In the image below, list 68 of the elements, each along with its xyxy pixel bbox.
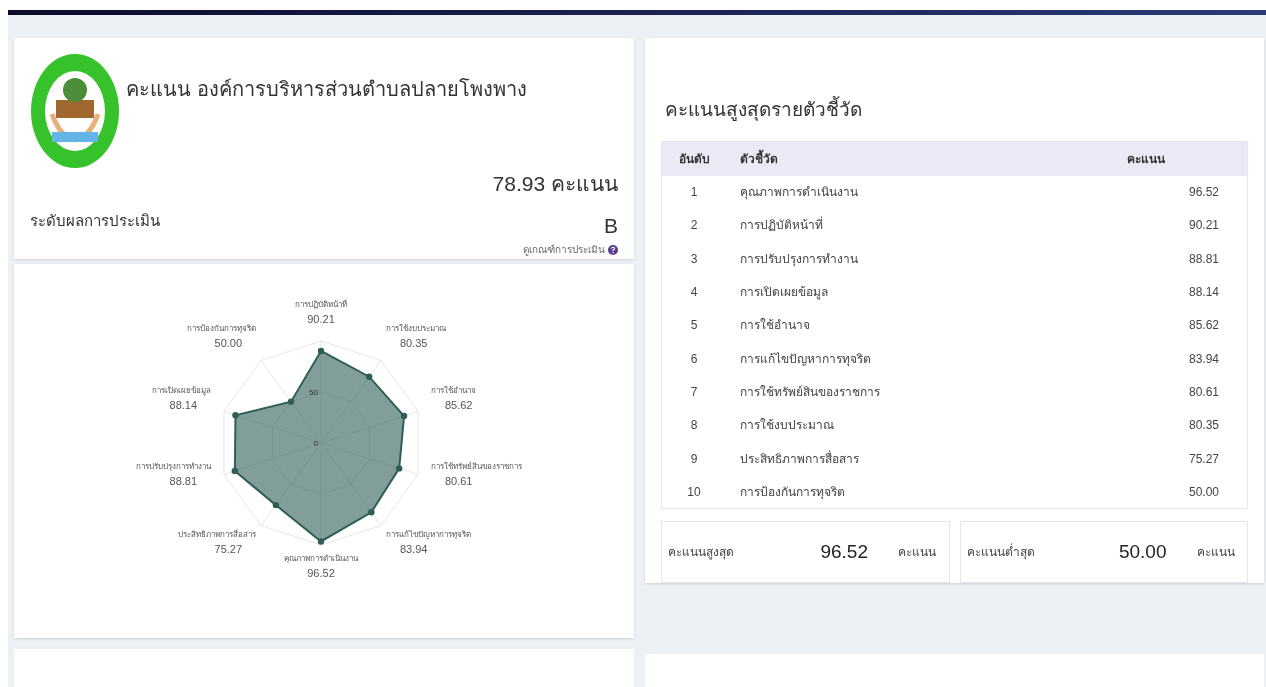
score-cell-text: 80.35 bbox=[1187, 417, 1220, 435]
score-cell-text: 50.00 bbox=[1187, 483, 1220, 501]
axis-category-label: ประสิทธิภาพการสื่อสาร bbox=[178, 530, 257, 540]
axis-score-label: 80.61 bbox=[444, 475, 473, 488]
rank-cell-text: 7 bbox=[689, 383, 699, 401]
grade-value: B bbox=[604, 213, 618, 239]
total-score: 78.93 คะแนน bbox=[492, 171, 618, 197]
indicator-cell-text: การปรับปรุงการทำงาน bbox=[739, 250, 859, 268]
help-icon bbox=[608, 244, 618, 255]
score-cell-text: 83.94 bbox=[1187, 350, 1220, 368]
axis-score-label: 88.14 bbox=[169, 399, 198, 412]
axis-score-label: 96.52 bbox=[307, 567, 335, 580]
rank-cell-text: 6 bbox=[689, 350, 699, 368]
stat-unit: คะแนน bbox=[1196, 544, 1235, 562]
axis-score-label: 85.62 bbox=[444, 399, 473, 412]
stat-label: คะแนนสูงสุด bbox=[668, 544, 735, 562]
stat-value: 50.00 bbox=[1117, 540, 1167, 565]
axis-score-label: 90.21 bbox=[307, 313, 335, 326]
ring-label: 0 bbox=[313, 439, 318, 449]
score-cell-text: 85.62 bbox=[1187, 317, 1220, 335]
axis-category-label: การแก้ไขปัญหาการทุจริต bbox=[385, 530, 471, 540]
column-header: ตัวชี้วัด bbox=[739, 149, 779, 168]
score-cell-text: 80.61 bbox=[1187, 383, 1220, 401]
rank-cell-text: 10 bbox=[686, 483, 702, 501]
indicator-cell-text: คุณภาพการดำเนินงาน bbox=[739, 184, 859, 202]
score-cell-text: 88.14 bbox=[1187, 284, 1220, 302]
rank-cell-text: 9 bbox=[689, 450, 699, 468]
axis-category-label: การเปิดเผยข้อมูล bbox=[152, 386, 212, 396]
rank-cell-text: 1 bbox=[689, 184, 699, 202]
column-header: อันดับ bbox=[677, 150, 711, 168]
axis-category-label: การใช้ทรัพย์สินของราชการ bbox=[430, 462, 522, 472]
score-cell-text: 90.21 bbox=[1187, 217, 1220, 235]
axis-score-label: 88.81 bbox=[169, 475, 198, 488]
indicator-cell-text: การใช้อำนาจ bbox=[739, 317, 811, 335]
indicator-cell-text: การใช้งบประมาณ bbox=[739, 417, 835, 435]
axis-score-label: 83.94 bbox=[399, 543, 428, 556]
axis-category-label: การป้องกันการทุจริต bbox=[187, 324, 257, 334]
axis-category-label: การปรับปรุงการทำงาน bbox=[136, 462, 212, 472]
score-cell-text: 88.81 bbox=[1187, 250, 1220, 268]
ranking-title: คะแนนสูงสุดรายตัวชี้วัด bbox=[665, 96, 1248, 125]
axis-score-label: 80.35 bbox=[399, 337, 428, 350]
axis-score-label: 50.00 bbox=[214, 337, 243, 350]
rank-cell-text: 2 bbox=[689, 217, 699, 235]
indicator-cell-text: การเปิดเผยข้อมูล bbox=[739, 284, 829, 302]
stat-value: 96.52 bbox=[819, 540, 868, 565]
level-label: ระดับผลการประเมิน bbox=[30, 211, 160, 231]
indicator-cell-text: การปฏิบัติหน้าที่ bbox=[739, 216, 824, 235]
axis-category-label: การใช้งบประมาณ bbox=[385, 324, 446, 334]
score-cell-text: 96.52 bbox=[1187, 184, 1220, 202]
rank-cell-text: 5 bbox=[689, 317, 699, 335]
page-title: คะแนน องค์การบริหารส่วนตำบลปลายโพงพาง bbox=[126, 77, 527, 102]
column-header: คะแนน bbox=[1127, 150, 1166, 168]
stat-unit: คะแนน bbox=[898, 544, 936, 562]
indicator-cell-text: การแก้ไขปัญหาการทุจริต bbox=[739, 350, 872, 368]
rank-cell-text: 4 bbox=[689, 284, 699, 302]
rank-cell-text: 8 bbox=[689, 417, 699, 435]
indicator-cell-text: การใช้ทรัพย์สินของราชการ bbox=[739, 383, 881, 401]
score-cell-text: 75.27 bbox=[1187, 450, 1220, 468]
ring-label: 50 bbox=[309, 388, 318, 398]
axis-score-label: 75.27 bbox=[214, 543, 243, 556]
indicator-cell-text: ประสิทธิภาพการสื่อสาร bbox=[739, 449, 860, 468]
rank-cell-text: 3 bbox=[689, 250, 699, 268]
axis-category-label: การปฏิบัติหน้าที่ bbox=[295, 300, 347, 310]
axis-category-label: คุณภาพการดำเนินงาน bbox=[284, 554, 358, 564]
indicator-cell-text: การป้องกันการทุจริต bbox=[739, 483, 846, 501]
axis-category-label: การใช้อำนาจ bbox=[430, 386, 476, 396]
stat-label: คะแนนต่ำสุด bbox=[966, 543, 1036, 562]
criteria-link[interactable]: ดูเกณฑ์การประเมิน bbox=[523, 242, 618, 257]
